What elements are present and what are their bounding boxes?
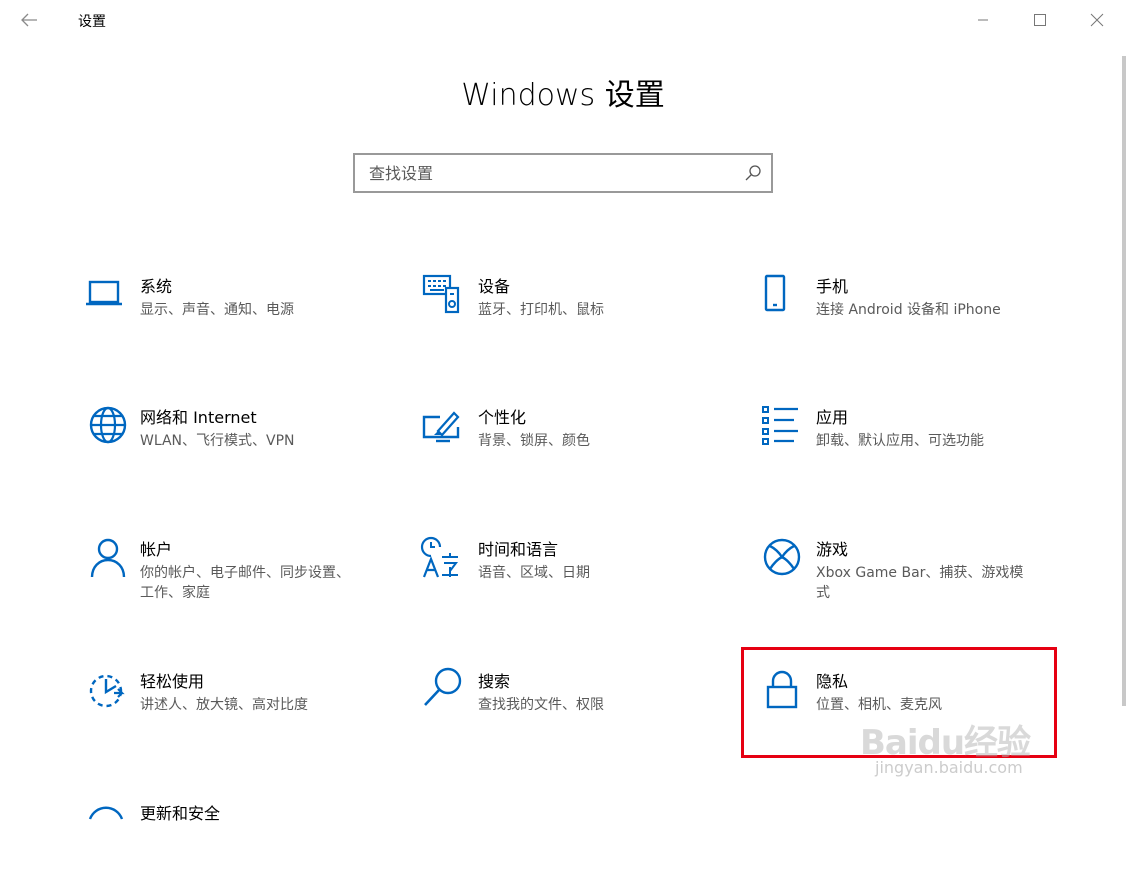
search-box[interactable]: [353, 153, 773, 193]
tile-description: 你的帐户、电子邮件、同步设置、工作、家庭: [140, 565, 350, 601]
scrollbar[interactable]: [1122, 56, 1126, 706]
tile-name: 帐户: [140, 540, 173, 559]
personalization-icon: [422, 411, 460, 443]
tile-accounts[interactable]: 帐户 你的帐户、电子邮件、同步设置、工作、家庭: [80, 531, 380, 621]
tile-name: 游戏: [816, 540, 849, 559]
tile-personalization[interactable]: 个性化 背景、锁屏、颜色: [418, 399, 718, 489]
tile-name: 搜索: [478, 672, 511, 691]
globe-icon: [89, 406, 127, 444]
maximize-button[interactable]: [1026, 6, 1054, 34]
tile-ease-of-access[interactable]: 轻松使用 讲述人、放大镜、高对比度: [80, 663, 380, 753]
minimize-icon: [978, 19, 988, 21]
tile-search[interactable]: 搜索 查找我的文件、权限: [418, 663, 718, 753]
back-arrow-icon: [21, 13, 37, 27]
tile-description: 显示、声音、通知、电源: [140, 302, 294, 318]
time-language-icon: [420, 536, 458, 578]
tile-time-language[interactable]: 时间和语言 语音、区域、日期: [418, 531, 718, 621]
tile-name: 系统: [140, 277, 173, 296]
xbox-icon: [763, 538, 801, 576]
ease-of-access-icon: [89, 674, 125, 708]
search-input[interactable]: [355, 155, 735, 191]
tile-description: 语音、区域、日期: [478, 565, 590, 581]
search-icon: [745, 165, 761, 181]
tile-network[interactable]: 网络和 Internet WLAN、飞行模式、VPN: [80, 399, 380, 489]
tile-description: WLAN、飞行模式、VPN: [140, 433, 295, 449]
tile-description: 讲述人、放大镜、高对比度: [140, 697, 308, 713]
title-bar: 设置: [0, 0, 1126, 40]
search-button[interactable]: [735, 155, 771, 191]
tile-name: 轻松使用: [140, 672, 205, 691]
page-title: Windows 设置: [461, 78, 665, 113]
person-icon: [90, 538, 126, 578]
tile-devices[interactable]: 设备 蓝牙、打印机、鼠标: [418, 268, 718, 358]
tile-phone[interactable]: 手机 连接 Android 设备和 iPhone: [756, 268, 1056, 358]
tile-name: 网络和 Internet: [140, 408, 257, 427]
tile-description: 背景、锁屏、颜色: [478, 433, 590, 449]
close-icon: [1090, 13, 1104, 27]
tile-name: 个性化: [478, 408, 527, 427]
tile-name: 设备: [478, 277, 511, 296]
update-icon: [88, 806, 124, 820]
close-button[interactable]: [1083, 6, 1111, 34]
tile-gaming[interactable]: 游戏 Xbox Game Bar、捕获、游戏模式: [756, 531, 1056, 621]
maximize-icon: [1034, 14, 1046, 26]
phone-icon: [764, 274, 786, 312]
apps-list-icon: [762, 406, 798, 445]
tile-name: 时间和语言: [478, 540, 559, 559]
tile-name: 应用: [816, 408, 849, 427]
tile-description: Xbox Game Bar、捕获、游戏模式: [816, 565, 1024, 601]
tile-description: 查找我的文件、权限: [478, 697, 604, 713]
search-icon: [424, 667, 462, 706]
tile-apps[interactable]: 应用 卸载、默认应用、可选功能: [756, 399, 1056, 489]
tile-name: 更新和安全: [140, 804, 221, 823]
tile-description: 蓝牙、打印机、鼠标: [478, 302, 604, 318]
tile-update-security[interactable]: 更新和安全: [80, 795, 380, 885]
watermark-url: jingyan.baidu.com: [875, 758, 1023, 777]
back-button[interactable]: [16, 8, 42, 32]
window-title: 设置: [78, 14, 106, 30]
devices-icon: [422, 274, 460, 314]
watermark-logo: Baidu经验: [860, 723, 1031, 763]
minimize-button[interactable]: [969, 6, 997, 34]
tile-name: 手机: [816, 277, 849, 296]
tile-description: 连接 Android 设备和 iPhone: [816, 302, 1001, 318]
tile-description: 卸载、默认应用、可选功能: [816, 433, 984, 449]
laptop-icon: [86, 280, 122, 306]
tile-system[interactable]: 系统 显示、声音、通知、电源: [80, 268, 380, 358]
